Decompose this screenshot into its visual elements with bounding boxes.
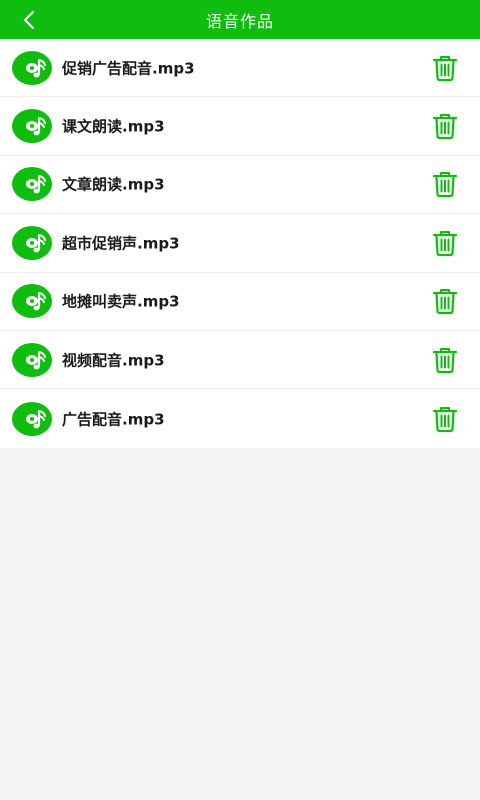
trash-icon [432,347,458,373]
list-item[interactable]: 课文朗读.mp3 [0,97,480,156]
list-item[interactable]: 文章朗读.mp3 [0,156,480,215]
file-name: 课文朗读.mp3 [62,117,165,136]
top-bar: 语音作品 [0,0,480,39]
chevron-left-icon [23,10,35,29]
delete-button[interactable] [430,111,460,141]
delete-button[interactable] [430,404,460,434]
music-disc-icon [12,167,52,202]
file-name: 广告配音.mp3 [62,410,165,429]
file-name: 视频配音.mp3 [62,351,165,370]
trash-icon [432,230,458,256]
page-title: 语音作品 [205,11,274,31]
delete-button[interactable] [430,53,460,83]
app-screen: 语音作品 促销广告配音.mp3 课文朗读.mp3 文章朗读.mp3 超市促销声.… [0,0,480,800]
music-disc-icon [12,109,52,144]
file-name: 地摊叫卖声.mp3 [62,292,180,311]
list-item[interactable]: 促销广告配音.mp3 [0,39,480,98]
trash-icon [432,172,458,198]
delete-button[interactable] [430,286,460,316]
list-item[interactable]: 视频配音.mp3 [0,331,480,390]
list-item[interactable]: 地摊叫卖声.mp3 [0,273,480,331]
file-name: 超市促销声.mp3 [62,234,180,253]
delete-button[interactable] [430,228,460,258]
music-disc-icon [12,284,52,319]
file-name: 促销广告配音.mp3 [62,59,195,78]
trash-icon [432,114,458,140]
music-disc-icon [12,50,52,85]
back-button[interactable] [14,0,44,39]
trash-icon [432,406,458,432]
list-item[interactable]: 超市促销声.mp3 [0,214,480,273]
file-name: 文章朗读.mp3 [62,175,165,194]
music-disc-icon [12,225,52,260]
trash-icon [432,55,458,81]
trash-icon [432,289,458,315]
list-item[interactable]: 广告配音.mp3 [0,389,480,447]
delete-button[interactable] [430,169,460,199]
delete-button[interactable] [430,345,460,375]
voice-works-list: 促销广告配音.mp3 课文朗读.mp3 文章朗读.mp3 超市促销声.mp3 地… [0,39,480,448]
music-disc-icon [12,342,52,377]
music-disc-icon [12,401,52,436]
